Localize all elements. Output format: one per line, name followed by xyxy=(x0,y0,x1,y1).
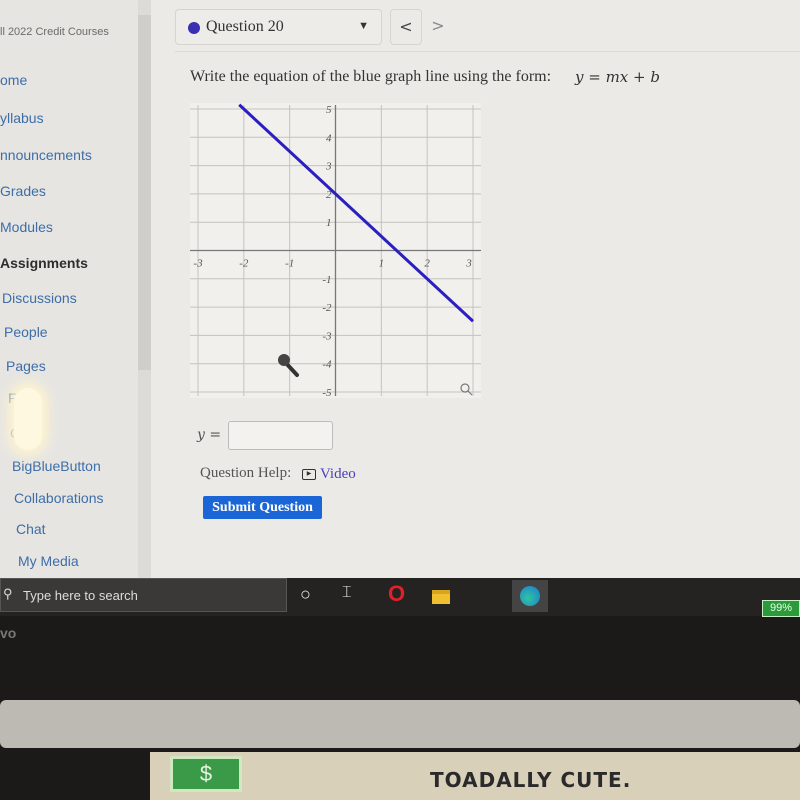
answer-label: y = xyxy=(197,427,222,443)
laptop-logo: vo xyxy=(0,625,17,641)
x-tick-label: 1 xyxy=(379,258,385,270)
cortana-icon[interactable]: ○ xyxy=(300,584,311,605)
search-icon: ⚲ xyxy=(3,586,13,601)
battery-indicator[interactable]: 99% xyxy=(762,600,800,617)
sidebar-item[interactable]: yllabus xyxy=(0,110,44,126)
file-explorer-icon[interactable] xyxy=(432,590,450,604)
screen-glare xyxy=(14,388,42,450)
submit-question-button[interactable]: Submit Question xyxy=(203,496,322,519)
sidebar-item[interactable]: BigBlueButton xyxy=(12,458,101,474)
sidebar-item[interactable]: Discussions xyxy=(2,290,77,306)
opera-browser-icon[interactable]: O xyxy=(388,581,405,607)
equation-form: y = mx + b xyxy=(575,68,660,86)
windows-taskbar: ⚲ Type here to search ○ ⌶ O 99% xyxy=(0,578,800,617)
sidebar-item[interactable]: ome xyxy=(0,72,27,88)
course-title: ll 2022 Credit Courses xyxy=(0,26,109,38)
y-tick-label: -5 xyxy=(322,387,332,399)
x-tick-label: -3 xyxy=(193,258,203,270)
sidebar-item[interactable]: My Media xyxy=(18,553,79,569)
sidebar-item[interactable]: Assignments xyxy=(0,255,88,271)
sticker-text: TOADALLY CUTE. xyxy=(430,768,632,792)
answer-input[interactable] xyxy=(228,421,333,450)
search-placeholder: Type here to search xyxy=(23,588,138,603)
y-tick-label: -3 xyxy=(322,330,332,342)
y-tick-label: 1 xyxy=(326,217,332,229)
video-link-label: Video xyxy=(320,466,356,482)
question-prompt: Write the equation of the blue graph lin… xyxy=(190,68,552,85)
y-tick-label: 3 xyxy=(325,161,332,173)
sidebar-item[interactable]: People xyxy=(4,324,48,340)
sidebar-item[interactable]: Grades xyxy=(0,183,46,199)
x-tick-label: -1 xyxy=(285,258,294,270)
sidebar-item[interactable]: Chat xyxy=(16,521,46,537)
taskbar-search-box[interactable]: ⚲ Type here to search xyxy=(0,578,287,612)
question-help-label: Question Help: xyxy=(200,465,292,481)
sidebar-scrollbar-thumb[interactable] xyxy=(138,15,151,370)
sidebar-item[interactable]: Modules xyxy=(0,219,53,235)
question-selector-label: Question 20 xyxy=(206,18,284,35)
question-selector[interactable]: Question 20 ▼ xyxy=(175,9,382,45)
laptop-hinge xyxy=(0,700,800,748)
dollar-bill-sticker: $ xyxy=(170,756,242,792)
previous-question-button[interactable]: < xyxy=(390,9,422,45)
sidebar-item[interactable]: nnouncements xyxy=(0,147,92,163)
sidebar-item[interactable]: Collaborations xyxy=(14,490,104,506)
y-tick-label: -2 xyxy=(322,302,332,314)
y-tick-label: -1 xyxy=(322,274,331,286)
task-view-icon[interactable]: ⌶ xyxy=(342,584,352,602)
question-status-dot xyxy=(188,22,200,34)
next-question-button[interactable]: > xyxy=(422,9,454,45)
sidebar-item[interactable]: Pages xyxy=(6,358,46,374)
video-help-link[interactable]: ▶ Video xyxy=(302,466,356,483)
line-graph: -3 -2 -1 1 2 354321-1-2-3-4-5 xyxy=(190,103,481,399)
divider xyxy=(175,51,800,52)
x-tick-label: 3 xyxy=(465,258,472,270)
y-tick-label: 4 xyxy=(326,132,332,144)
video-play-icon: ▶ xyxy=(302,469,316,480)
y-tick-label: -4 xyxy=(322,359,332,371)
edge-browser-icon[interactable] xyxy=(512,580,548,612)
y-tick-label: 5 xyxy=(326,104,332,116)
course-sidebar: ll 2022 Credit Courses ome yllabus nnounce… xyxy=(0,0,138,580)
cursor-pin-head xyxy=(278,354,290,366)
caret-down-icon: ▼ xyxy=(358,20,369,32)
x-tick-label: 2 xyxy=(424,258,430,270)
browser-screen: ll 2022 Credit Courses ome yllabus nnounce… xyxy=(0,0,800,580)
x-tick-label: -2 xyxy=(239,258,249,270)
